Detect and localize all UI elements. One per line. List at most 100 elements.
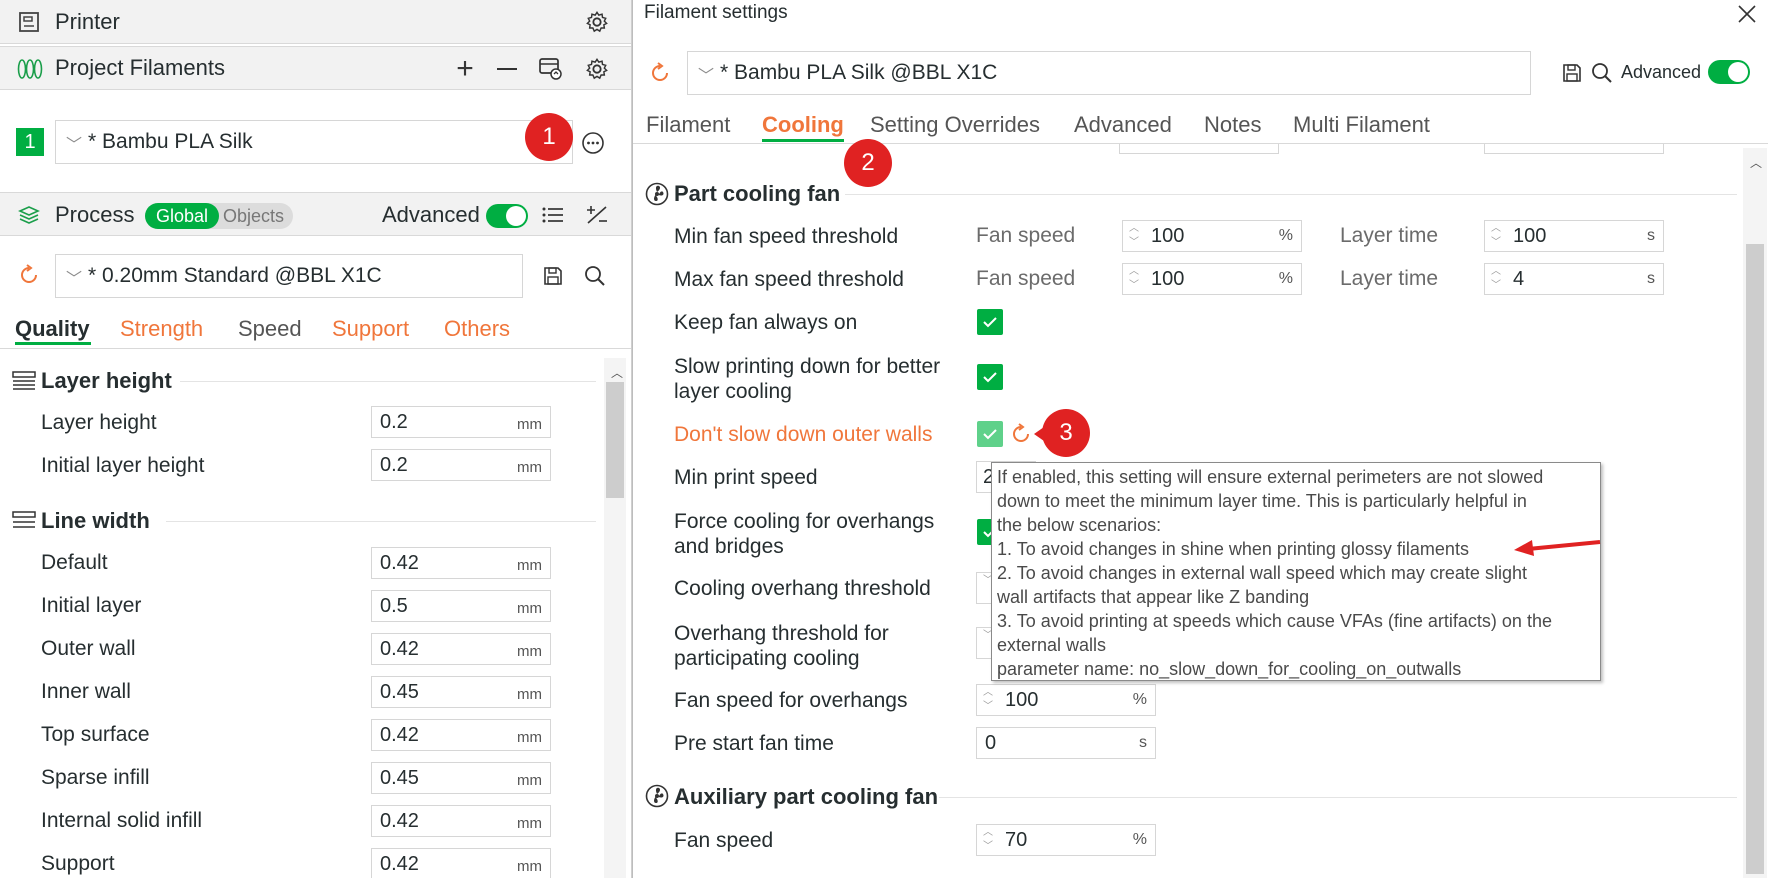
close-icon[interactable] bbox=[1735, 2, 1759, 26]
process-preset-dropdown[interactable]: ﹀ * 0.20mm Standard @BBL X1C bbox=[55, 254, 523, 298]
advanced-toggle[interactable] bbox=[486, 204, 528, 228]
max-layer-time-input[interactable]: ︿ ﹀ 4 s bbox=[1484, 263, 1664, 295]
unit-label: s bbox=[1647, 270, 1655, 287]
spin-arrows-icon[interactable]: ︿ ﹀ bbox=[1490, 265, 1502, 293]
line-width-outer-wall-input[interactable]: 0.42 mm bbox=[371, 633, 551, 665]
process-title: Process bbox=[55, 202, 135, 227]
tooltip-line: down to meet the minimum layer time. Thi… bbox=[997, 491, 1527, 511]
filament-preset-dropdown[interactable]: ﹀ * Bambu PLA Silk @BBL X1C bbox=[687, 51, 1531, 95]
scroll-up-icon[interactable]: ︿ bbox=[1750, 154, 1762, 171]
gear-icon[interactable] bbox=[584, 9, 610, 35]
line-width-sparse-infill-input[interactable]: 0.45 mm bbox=[371, 762, 551, 794]
unit-label: mm bbox=[517, 729, 542, 746]
filaments-title: Project Filaments bbox=[55, 55, 225, 80]
tooltip: If enabled, this setting will ensure ext… bbox=[991, 462, 1601, 681]
tab-strength[interactable]: Strength bbox=[120, 316, 203, 342]
annotation-badge-2: 2 bbox=[844, 139, 892, 187]
reset-icon[interactable] bbox=[1008, 421, 1034, 447]
tab-filament[interactable]: Filament bbox=[646, 112, 730, 138]
fan-speed-overhangs-input[interactable]: ︿ ﹀ 100% bbox=[976, 684, 1156, 716]
reset-icon[interactable] bbox=[647, 60, 673, 86]
process-preset-value: * 0.20mm Standard @BBL X1C bbox=[88, 264, 382, 287]
plus-icon[interactable]: + bbox=[452, 52, 478, 85]
dont-slow-outer-walls-label: Don't slow down outer walls bbox=[674, 423, 933, 446]
right-scrollbar[interactable]: ︿ bbox=[1743, 148, 1767, 878]
search-icon[interactable] bbox=[1589, 60, 1615, 86]
line-width-initial-layer-value: 0.5 bbox=[380, 595, 408, 617]
line-width-sparse-infill-value: 0.45 bbox=[380, 767, 419, 789]
list-icon[interactable] bbox=[540, 202, 566, 228]
initial-layer-height-label: Initial layer height bbox=[41, 454, 205, 477]
scrollbar-thumb[interactable] bbox=[1746, 244, 1764, 874]
pre-start-fan-time-value: 0 bbox=[985, 732, 997, 754]
search-icon[interactable] bbox=[582, 263, 608, 289]
min-fan-speed-label: Fan speed bbox=[976, 224, 1076, 247]
tab-setting-overrides[interactable]: Setting Overrides bbox=[870, 112, 1040, 138]
tooltip-line: If enabled, this setting will ensure ext… bbox=[997, 467, 1544, 487]
layer-height-input[interactable]: 0.2 mm bbox=[371, 406, 551, 438]
fan-speed-overhangs-label: Fan speed for overhangs bbox=[674, 689, 908, 712]
spin-arrows-icon[interactable]: ︿ ﹀ bbox=[1128, 222, 1140, 250]
dont-slow-outer-walls-checkbox[interactable] bbox=[977, 421, 1003, 447]
initial-layer-height-input[interactable]: 0.2 mm bbox=[371, 449, 551, 481]
advanced-toggle[interactable] bbox=[1708, 60, 1750, 84]
slow-printing-down-checkbox[interactable] bbox=[977, 364, 1003, 390]
tab-cooling[interactable]: Cooling bbox=[762, 112, 844, 138]
line-width-inner-wall-input[interactable]: 0.45 mm bbox=[371, 676, 551, 708]
chevron-down-icon: ﹀ bbox=[66, 271, 83, 288]
tab-quality[interactable]: Quality bbox=[15, 316, 90, 342]
advanced-label: Advanced bbox=[382, 202, 480, 227]
line-width-sparse-infill-label: Sparse infill bbox=[41, 766, 150, 789]
spin-arrows-icon[interactable]: ︿ ﹀ bbox=[1490, 222, 1502, 250]
tooltip-line: the below scenarios: bbox=[997, 515, 1162, 535]
tab-speed[interactable]: Speed bbox=[238, 316, 302, 342]
save-icon[interactable] bbox=[1559, 60, 1585, 86]
spin-arrows-icon[interactable]: ︿ ﹀ bbox=[1128, 265, 1140, 293]
min-layer-time-input[interactable]: ︿ ﹀ 100 s bbox=[1484, 220, 1664, 252]
section-divider bbox=[166, 521, 596, 522]
line-width-internal-solid-infill-label: Internal solid infill bbox=[41, 809, 203, 832]
line-width-initial-layer-input[interactable]: 0.5 mm bbox=[371, 590, 551, 622]
force-cooling-label-line1: Force cooling for overhangs bbox=[674, 510, 935, 533]
section-divider bbox=[845, 194, 1737, 195]
save-icon[interactable] bbox=[540, 263, 566, 289]
filament-dropdown[interactable]: ﹀ * Bambu PLA Silk bbox=[55, 120, 573, 164]
tab-advanced[interactable]: Advanced bbox=[1074, 112, 1172, 138]
tab-notes[interactable]: Notes bbox=[1204, 112, 1261, 138]
scrollbar-thumb[interactable] bbox=[606, 382, 624, 498]
scroll-up-icon[interactable]: ︿ bbox=[611, 364, 623, 381]
unit-label: mm bbox=[517, 772, 542, 789]
line-width-top-surface-input[interactable]: 0.42 mm bbox=[371, 719, 551, 751]
tab-multi-filament[interactable]: Multi Filament bbox=[1293, 112, 1430, 138]
spin-arrows-icon[interactable]: ︿ ﹀ bbox=[982, 686, 994, 714]
keep-fan-always-on-checkbox[interactable] bbox=[977, 309, 1003, 335]
min-fan-speed-input[interactable]: ︿ ﹀ 100% bbox=[1122, 220, 1302, 252]
overhang-threshold-label-line2: participating cooling bbox=[674, 647, 860, 670]
pre-start-fan-time-input[interactable]: 0s bbox=[976, 727, 1156, 759]
spin-arrows-icon[interactable]: ︿ ﹀ bbox=[982, 826, 994, 854]
compare-icon[interactable] bbox=[584, 202, 610, 228]
left-scrollbar[interactable]: ︿ bbox=[604, 358, 626, 878]
line-width-default-input[interactable]: 0.42 mm bbox=[371, 547, 551, 579]
line-width-support-input[interactable]: 0.42 mm bbox=[371, 848, 551, 878]
sync-icon[interactable] bbox=[538, 56, 564, 82]
aux-fan-speed-input[interactable]: ︿ ﹀ 70% bbox=[976, 824, 1156, 856]
line-width-support-label: Support bbox=[41, 852, 115, 875]
printer-header: Printer bbox=[0, 0, 631, 44]
toggle-global[interactable]: Global bbox=[145, 203, 219, 229]
max-fan-speed-input[interactable]: ︿ ﹀ 100% bbox=[1122, 263, 1302, 295]
toggle-objects[interactable]: Objects bbox=[223, 206, 284, 227]
filament-slot-number: 1 bbox=[16, 128, 44, 156]
minus-icon[interactable] bbox=[494, 56, 520, 82]
reset-icon[interactable] bbox=[16, 262, 42, 288]
tab-support[interactable]: Support bbox=[332, 316, 409, 342]
line-width-outer-wall-label: Outer wall bbox=[41, 637, 136, 660]
fan-icon bbox=[644, 783, 670, 809]
line-width-internal-solid-infill-input[interactable]: 0.42 mm bbox=[371, 805, 551, 837]
tab-quality-underline bbox=[15, 342, 91, 345]
global-objects-toggle[interactable]: Global Objects bbox=[145, 203, 293, 229]
tab-others[interactable]: Others bbox=[444, 316, 510, 342]
filament-settings-gear-icon[interactable] bbox=[584, 56, 610, 82]
overhang-threshold-label-line1: Overhang threshold for bbox=[674, 622, 889, 645]
more-icon[interactable] bbox=[580, 130, 606, 156]
